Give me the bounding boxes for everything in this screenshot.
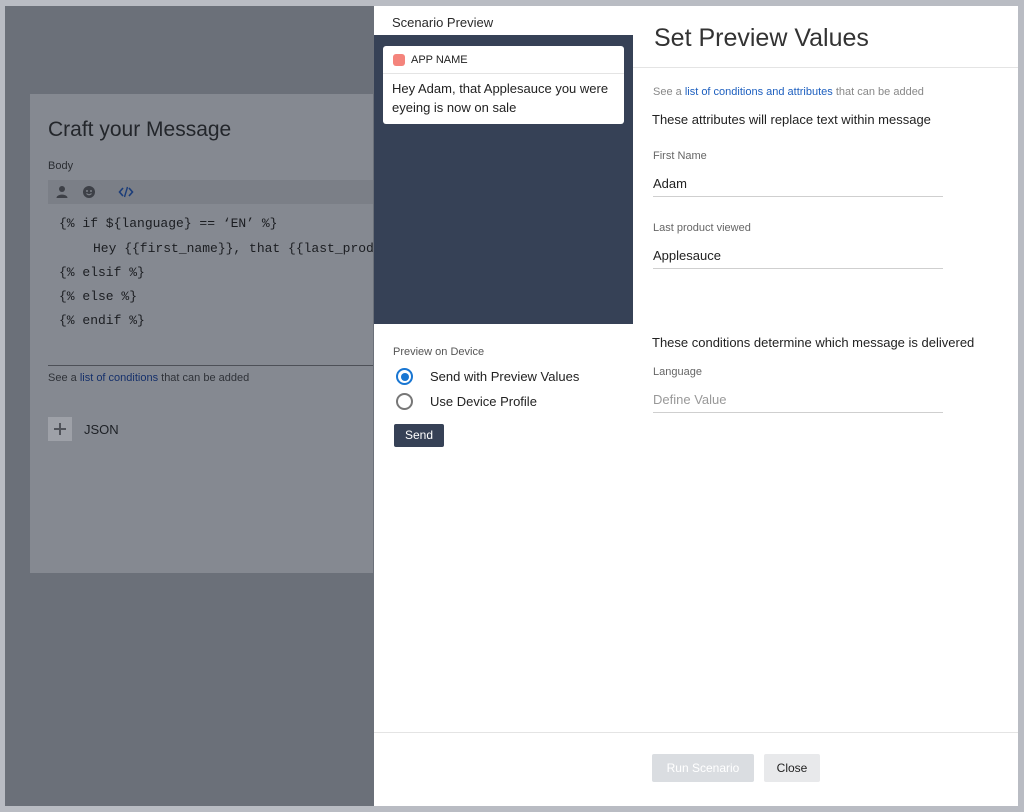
editor-toolbar — [48, 180, 373, 204]
code-line: {% elsif %} — [59, 265, 145, 280]
first-name-label: First Name — [653, 150, 707, 162]
attributes-section-title: These attributes will replace text withi… — [652, 112, 931, 127]
last-product-viewed-input[interactable] — [653, 243, 943, 269]
app-icon — [393, 54, 405, 66]
code-editor[interactable]: {% if ${language} == ‘EN’ %} Hey {{first… — [48, 206, 373, 366]
body-label: Body — [48, 160, 74, 172]
close-button[interactable]: Close — [764, 754, 820, 782]
app-name: APP NAME — [411, 54, 468, 66]
notification-card: APP NAME Hey Adam, that Applesauce you w… — [383, 46, 624, 124]
user-icon[interactable] — [54, 184, 70, 200]
add-json-button[interactable] — [48, 417, 72, 441]
list-of-conditions-and-attributes-link[interactable]: list of conditions and attributes — [685, 86, 833, 98]
use-device-profile-option[interactable]: Use Device Profile — [396, 393, 537, 410]
code-icon[interactable] — [118, 184, 134, 200]
scenario-preview-title: Scenario Preview — [392, 15, 494, 30]
preview-on-device-label: Preview on Device — [393, 346, 485, 358]
notification-message: Hey Adam, that Applesauce you were eyein… — [392, 81, 609, 115]
divider — [383, 73, 624, 74]
panel-title: Set Preview Values — [654, 24, 869, 52]
scenario-preview-column: Scenario Preview APP NAME Hey Adam, that… — [374, 6, 633, 806]
first-name-input[interactable] — [653, 171, 943, 197]
language-label: Language — [653, 366, 702, 378]
send-with-preview-values-option[interactable]: Send with Preview Values — [396, 368, 579, 385]
set-preview-values-panel: Set Preview Values See a list of conditi… — [633, 6, 1018, 806]
json-label: JSON — [84, 422, 119, 437]
divider — [633, 732, 1018, 733]
last-product-viewed-label: Last product viewed — [653, 222, 751, 234]
list-of-conditions-link[interactable]: list of conditions — [80, 372, 158, 384]
code-line: Hey {{first_name}}, that {{last_product_… — [93, 241, 373, 256]
hint-text: See a — [48, 372, 80, 384]
message-composer: Craft your Message Body {% if ${language… — [30, 94, 373, 573]
attributes-hint: See a list of conditions and attributes … — [653, 86, 924, 98]
code-line: {% if ${language} == ‘EN’ %} — [59, 216, 278, 231]
conditions-section-title: These conditions determine which message… — [652, 335, 975, 350]
divider — [374, 732, 633, 733]
conditions-hint: See a list of conditions that can be add… — [48, 372, 249, 384]
code-line: {% endif %} — [59, 313, 145, 328]
device-preview-area: APP NAME Hey Adam, that Applesauce you w… — [374, 35, 633, 324]
hint-text: that can be added — [832, 86, 924, 98]
divider — [633, 67, 1018, 68]
hint-text: See a — [653, 86, 685, 98]
radio-selected-icon[interactable] — [396, 368, 413, 385]
code-line: {% else %} — [59, 289, 138, 304]
option-label: Use Device Profile — [430, 394, 537, 409]
hint-text: that can be added — [158, 372, 250, 384]
send-button[interactable]: Send — [394, 424, 444, 447]
composer-title: Craft your Message — [48, 118, 232, 141]
run-scenario-button[interactable]: Run Scenario — [652, 754, 754, 782]
option-label: Send with Preview Values — [430, 369, 580, 384]
radio-unselected-icon[interactable] — [396, 393, 413, 410]
language-input[interactable] — [653, 387, 943, 413]
emoji-icon[interactable] — [81, 184, 97, 200]
